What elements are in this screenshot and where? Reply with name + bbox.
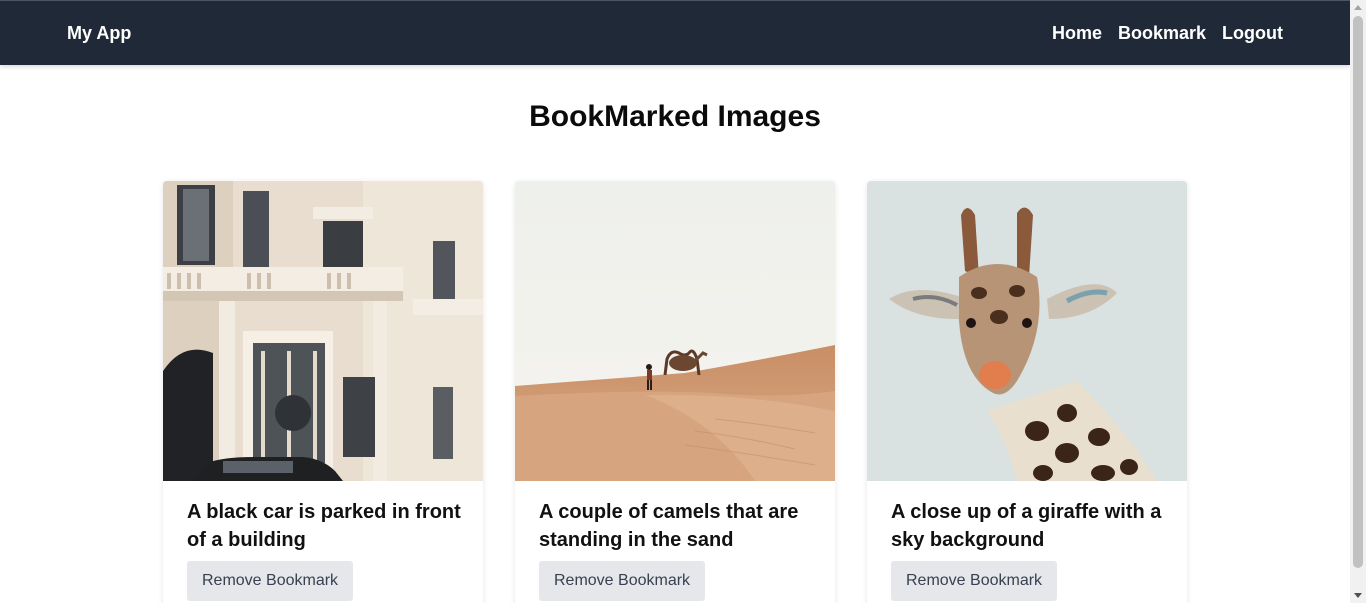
vertical-scrollbar[interactable]	[1350, 0, 1366, 603]
nav-link-home[interactable]: Home	[1052, 22, 1102, 44]
card-title: A black car is parked in front of a buil…	[187, 501, 461, 551]
card-title: A close up of a giraffe with a sky backg…	[891, 501, 1162, 551]
image-card: A black car is parked in front of a buil…	[163, 181, 483, 603]
nav-link-logout[interactable]: Logout	[1222, 22, 1283, 44]
remove-bookmark-button[interactable]: Remove Bookmark	[891, 561, 1058, 601]
scroll-thumb[interactable]	[1353, 16, 1363, 568]
giraffe-photo	[867, 181, 1187, 481]
image-card: A close up of a giraffe with a sky backg…	[867, 181, 1187, 603]
page-title: BookMarked Images	[529, 100, 821, 133]
nav-links: Home Bookmark Logout	[1052, 22, 1283, 44]
brand-logo[interactable]: My App	[67, 22, 131, 44]
remove-bookmark-button[interactable]: Remove Bookmark	[539, 561, 706, 601]
image-card: A couple of camels that are standing in …	[515, 181, 835, 603]
navbar: My App Home Bookmark Logout	[0, 0, 1350, 65]
scroll-down-icon[interactable]	[1354, 593, 1362, 598]
scroll-up-icon[interactable]	[1354, 5, 1362, 10]
card-title: A couple of camels that are standing in …	[539, 501, 799, 551]
building-photo	[163, 181, 483, 481]
desert-camel-photo	[515, 181, 835, 481]
nav-link-bookmark[interactable]: Bookmark	[1118, 22, 1206, 44]
remove-bookmark-button[interactable]: Remove Bookmark	[187, 561, 354, 601]
